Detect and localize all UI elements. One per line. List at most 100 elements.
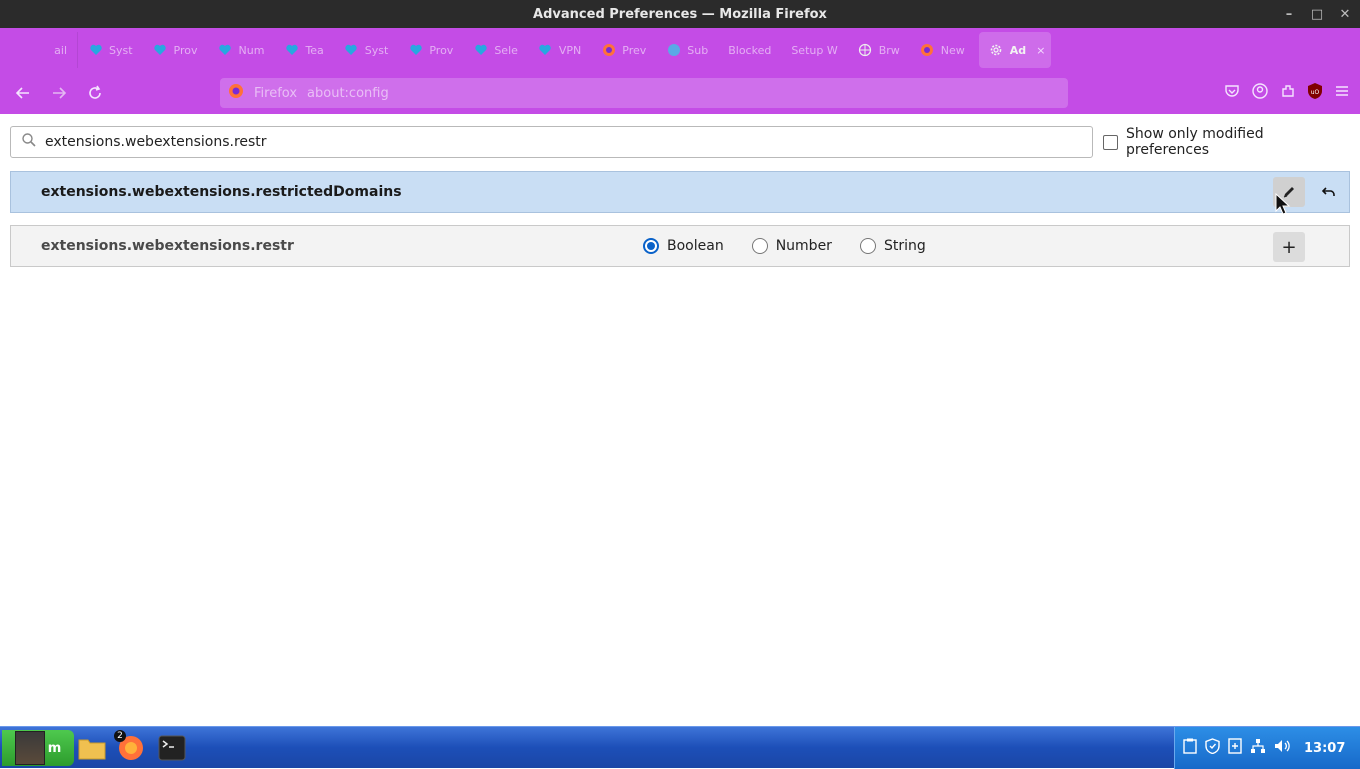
tab[interactable]: Prov — [143, 32, 208, 68]
tab-label: Prev — [622, 43, 647, 57]
globe-icon — [666, 43, 681, 58]
tab[interactable]: VPN — [528, 32, 591, 68]
firefox-taskbar-icon[interactable]: 2 — [114, 730, 148, 766]
url-bar[interactable]: Firefox about:config — [220, 78, 1068, 108]
close-tab-button[interactable]: × — [1036, 44, 1045, 57]
tab[interactable]: ail — [0, 32, 78, 68]
clipboard-icon[interactable] — [1183, 738, 1197, 758]
tab-label: Num — [238, 43, 265, 57]
ublock-icon[interactable]: uO — [1307, 82, 1323, 104]
tab-active[interactable]: Ad × — [978, 32, 1051, 68]
tab-label: Syst — [364, 43, 389, 57]
network-icon[interactable] — [1250, 738, 1266, 758]
heart-icon — [284, 43, 299, 58]
account-icon[interactable] — [1251, 82, 1269, 104]
nav-bar: Firefox about:config uO — [0, 72, 1360, 114]
tab[interactable]: Setup W — [781, 32, 847, 68]
clock[interactable]: 13:07 — [1304, 741, 1345, 756]
tab[interactable]: Syst — [334, 32, 399, 68]
tab[interactable]: Num — [208, 32, 275, 68]
terminal-icon[interactable] — [156, 730, 188, 766]
modified-label: Show only modified preferences — [1126, 126, 1264, 158]
firefox-icon — [228, 83, 244, 103]
pocket-icon[interactable] — [1224, 83, 1240, 103]
modified-filter[interactable]: Show only modified preferences — [1103, 126, 1350, 158]
heart-icon — [344, 43, 359, 58]
tab[interactable]: Sub — [656, 32, 718, 68]
forward-arrow-icon — [53, 87, 67, 99]
radio-number[interactable]: Number — [751, 238, 832, 254]
extensions-icon[interactable] — [1280, 83, 1296, 103]
tab-label: Syst — [109, 43, 133, 57]
window-controls: – □ ✕ — [1282, 0, 1352, 28]
search-value: extensions.webextensions.restr — [45, 134, 267, 150]
volume-icon[interactable] — [1274, 738, 1292, 758]
tab-label: ail — [54, 43, 67, 57]
shield-icon[interactable] — [1205, 738, 1220, 758]
tab-label: Prov — [429, 43, 454, 57]
modified-checkbox[interactable] — [1103, 134, 1118, 150]
url-prefix: Firefox — [254, 85, 298, 101]
heart-icon — [88, 43, 103, 58]
radio-boolean[interactable]: Boolean — [643, 238, 724, 254]
globe-icon — [858, 43, 873, 58]
avatar — [14, 731, 45, 765]
forward-button[interactable] — [46, 80, 72, 106]
tab-label: Ad — [1009, 43, 1027, 57]
tab[interactable]: New — [910, 32, 975, 68]
system-tray: 13:07 — [1174, 727, 1360, 769]
reload-button[interactable] — [82, 80, 108, 106]
radio-boolean-label: Boolean — [667, 238, 724, 254]
tab-label: Prov — [173, 43, 198, 57]
radio-boolean-circle[interactable] — [643, 238, 659, 254]
tab-label: Brw — [878, 43, 900, 57]
radio-string-circle[interactable] — [859, 238, 876, 254]
back-arrow-icon — [15, 87, 29, 99]
app-badge: 2 — [114, 730, 126, 742]
radio-string[interactable]: String — [859, 238, 926, 254]
tab[interactable]: Brw — [848, 32, 910, 68]
tab[interactable]: Sele — [463, 32, 528, 68]
window-titlebar: Advanced Preferences — Mozilla Firefox –… — [0, 0, 1360, 28]
heart-icon — [408, 43, 423, 58]
update-icon[interactable] — [1228, 738, 1242, 758]
reload-icon — [89, 85, 101, 99]
file-manager-icon[interactable] — [76, 730, 108, 766]
heart-icon — [218, 43, 233, 58]
search-icon — [21, 132, 37, 152]
tab[interactable]: Prov — [398, 32, 463, 68]
start-label: m — [47, 740, 62, 756]
radio-number-label: Number — [775, 238, 832, 254]
new-pref-row: extensions.webextensions.restr Boolean N… — [10, 225, 1350, 267]
heart-icon — [153, 43, 168, 58]
url-text: about:config — [307, 85, 389, 101]
back-button[interactable] — [10, 80, 36, 106]
window-title: Advanced Preferences — Mozilla Firefox — [533, 6, 827, 22]
search-input[interactable]: extensions.webextensions.restr — [10, 126, 1094, 158]
radio-number-circle[interactable] — [751, 238, 768, 254]
tab-label: New — [940, 43, 965, 57]
add-pref-button[interactable]: + — [1273, 232, 1305, 262]
firefox-icon — [920, 43, 935, 58]
tab[interactable]: Prev — [591, 32, 656, 68]
tab-label: VPN — [558, 43, 582, 57]
start-button[interactable]: m — [2, 730, 74, 766]
search-row: extensions.webextensions.restr Show only… — [10, 126, 1350, 158]
radio-string-label: String — [883, 238, 926, 254]
close-window-button[interactable]: ✕ — [1338, 7, 1352, 22]
tab[interactable]: Tea — [274, 32, 333, 68]
reset-button[interactable] — [1313, 177, 1345, 207]
tab-label: Sub — [687, 43, 709, 57]
new-pref-name: extensions.webextensions.restr — [41, 238, 294, 254]
pref-row[interactable]: extensions.webextensions.restrictedDomai… — [10, 171, 1350, 213]
tab-label: Blocked — [728, 43, 772, 57]
toolbar-icons: uO — [1224, 72, 1350, 114]
tab[interactable]: Syst — [78, 32, 143, 68]
minimize-button[interactable]: – — [1282, 7, 1296, 22]
tab-label: Tea — [305, 43, 324, 57]
maximize-button[interactable]: □ — [1310, 7, 1324, 22]
mouse-cursor-icon — [1275, 193, 1291, 215]
page-content: extensions.webextensions.restr Show only… — [0, 114, 1360, 726]
menu-icon[interactable] — [1334, 83, 1350, 103]
tab[interactable]: Blocked — [718, 32, 781, 68]
